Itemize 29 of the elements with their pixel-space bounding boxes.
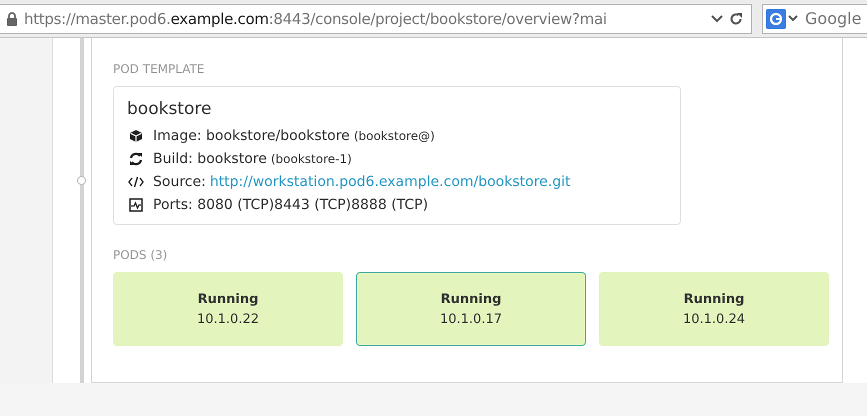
- pod-status: Running: [684, 292, 744, 306]
- detail-label: Build: bookstore: [153, 150, 267, 166]
- url-text: https://master.pod6.example.com:8443/console/project/bookstore/overview?mai: [24, 10, 608, 28]
- section-heading: PODS (3): [113, 248, 168, 262]
- detail-label: Source:: [153, 174, 206, 190]
- pod-status: Running: [440, 292, 502, 306]
- chart-icon: [129, 198, 143, 212]
- box-icon: [129, 128, 143, 142]
- reload-icon[interactable]: [729, 12, 743, 26]
- detail-note: (bookstore-1): [270, 152, 352, 166]
- address-bar[interactable]: https://master.pod6.example.com:8443/console/project/bookstore/overview?mai: [0, 4, 752, 34]
- pod-tile[interactable]: Running 10.1.0.24: [599, 272, 829, 346]
- refresh-icon: [129, 152, 143, 166]
- pod-status: Running: [198, 292, 258, 306]
- section-heading: POD TEMPLATE: [113, 62, 206, 76]
- connector-dot: [77, 176, 86, 185]
- pod-tile[interactable]: Running 10.1.0.22: [113, 272, 343, 346]
- code-icon: [128, 176, 144, 188]
- pod-ip: 10.1.0.22: [196, 312, 260, 326]
- pod-ip: 10.1.0.17: [440, 312, 502, 326]
- pod-ip: 10.1.0.24: [682, 312, 746, 326]
- detail-note: (bookstore@): [354, 128, 435, 142]
- dropdown-icon[interactable]: [711, 14, 723, 22]
- pod-tile[interactable]: Running 10.1.0.17: [356, 272, 586, 346]
- lock-icon: [6, 12, 18, 26]
- template-name: bookstore: [127, 99, 212, 119]
- detail-label: Ports: 8080 (TCP)8443 (TCP)8888 (TCP): [153, 196, 428, 212]
- search-engine-icon[interactable]: [766, 8, 800, 28]
- detail-label: Image: bookstore/bookstore: [153, 128, 350, 144]
